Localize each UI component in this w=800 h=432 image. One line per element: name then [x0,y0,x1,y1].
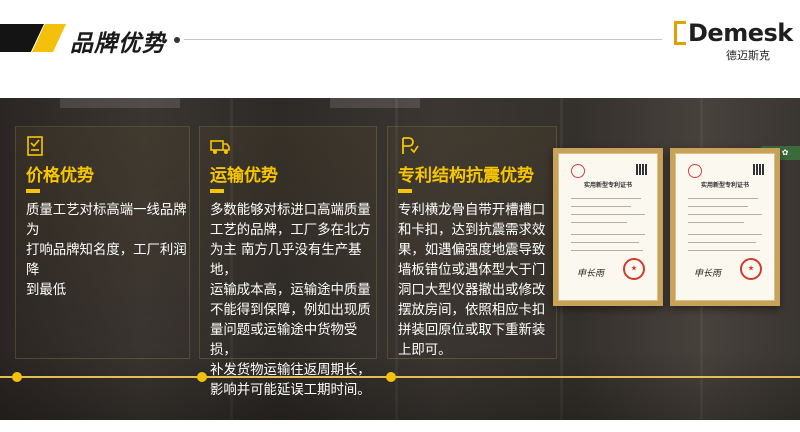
red-seal-icon [623,258,645,280]
card-line: 和卡扣，达到抗震需求效 [398,223,546,238]
patent-certificate: 实用新型专利证书 申长雨 [553,148,663,306]
emblem-icon [688,164,702,178]
certificate-text-line [571,214,645,215]
timeline-dot [12,372,22,382]
timeline-line [0,376,800,378]
card-heading: 运输优势 [210,166,278,186]
patent-icon [402,137,419,154]
truck-icon [210,140,230,154]
card-line: 果，如遇偏强度地震导致 [398,243,546,258]
header: 品牌优势 Demesk 德迈斯克 [0,0,800,98]
card-body: 质量工艺对标高端一线品牌为 打响品牌知名度，工厂利润降 到最低 [26,201,189,301]
card-heading-bar [210,189,224,193]
timeline-dot [386,372,396,382]
red-seal-icon [740,258,762,280]
ceiling-light [60,98,180,108]
card-line: 工艺的品牌，工厂多在北方 [210,223,371,238]
logo-text: Demesk [688,19,793,47]
title-dot [174,37,180,43]
card-heading: 专利结构抗震优势 [398,166,534,186]
certificate-text-line [688,242,756,243]
card-line: 运输成本高，运输途中质量 [210,283,371,298]
certificate-signature: 申长雨 [577,269,605,279]
card-heading-bar [398,189,412,193]
certificate-paper: 实用新型专利证书 申长雨 [675,153,775,301]
certificate-text-line [688,222,744,223]
emblem-icon [571,164,585,178]
patent-certificate: 实用新型专利证书 申长雨 [670,148,780,306]
certificate-text-line [571,242,639,243]
ceiling-light [330,98,420,108]
certificate-text-line [688,198,758,199]
certificate-text-line [688,250,760,251]
certificate-signature: 申长雨 [694,269,722,279]
card-body: 专利横龙骨自带开槽槽口 和卡扣，达到抗震需求效 果，如遇偏强度地震导致 墙板错位… [398,201,545,361]
card-line: 质量工艺对标高端一线品牌为 [26,203,187,238]
certificate-text-line [688,214,762,215]
card-line: 摆放房间，依照相应卡扣 [398,303,546,318]
card-line: 拼装回原位或取下重新装 [398,323,546,338]
certificate-paper: 实用新型专利证书 申长雨 [558,153,658,301]
certificate-text-line [571,250,643,251]
card-line: 量问题或运输途中货物受损， [210,323,358,358]
logo-subtitle: 德迈斯克 [726,49,770,62]
transport-advantage-card: 运输优势 多数能够对标进口高端质量 工艺的品牌，工厂多在北方 为主 南方几乎没有… [199,126,377,398]
logo-bracket-icon [674,21,686,45]
qr-code-icon [753,164,764,175]
card-line: 到最低 [26,283,67,298]
qr-code-icon [636,164,647,175]
tag-icon [27,136,43,156]
card-heading-bar [26,189,40,193]
card-line: 上即可。 [398,343,452,358]
card-line: 多数能够对标进口高端质量 [210,203,371,218]
certificate-title: 实用新型专利证书 [700,182,749,189]
card-line: 洞口大型仪器撤出或修改 [398,283,546,298]
timeline-dot [197,372,207,382]
page-title: 品牌优势 [70,31,166,57]
card-line: 补发货物运输往返周期长， [210,363,371,378]
certificate-title: 实用新型专利证书 [583,182,632,189]
card-line: 不能得到保障，例如出现质 [210,303,371,318]
card-line: 打响品牌知名度，工厂利润降 [26,243,187,278]
patent-advantage-card: 专利结构抗震优势 专利横龙骨自带开槽槽口 和卡扣，达到抗震需求效 果，如遇偏强度… [387,126,557,359]
brand-logo: Demesk 德迈斯克 [674,20,793,62]
card-line: 为主 南方几乎没有生产基地， [210,243,362,278]
certificate-text-line [688,206,748,207]
card-line: 专利横龙骨自带开槽槽口 [398,203,546,218]
card-heading: 价格优势 [26,166,94,186]
certificate-text-line [571,198,641,199]
advantages-banner: 中 ◦ ✿ 价格优势 质量工艺对标高端一线品牌为 打响品牌知名度，工厂利润降 到… [0,98,800,420]
certificate-text-line [571,234,645,235]
title-divider [184,39,662,40]
certificate-text-line [688,234,762,235]
price-advantage-card: 价格优势 质量工艺对标高端一线品牌为 打响品牌知名度，工厂利润降 到最低 [15,126,190,359]
card-line: 影响并可能延误工期时间。 [210,383,371,398]
certificate-text-line [571,206,631,207]
card-line: 墙板错位或遇体型大于门 [398,263,546,278]
certificate-text-line [571,222,627,223]
card-body: 多数能够对标进口高端质量 工艺的品牌，工厂多在北方 为主 南方几乎没有生产基地，… [210,201,376,401]
